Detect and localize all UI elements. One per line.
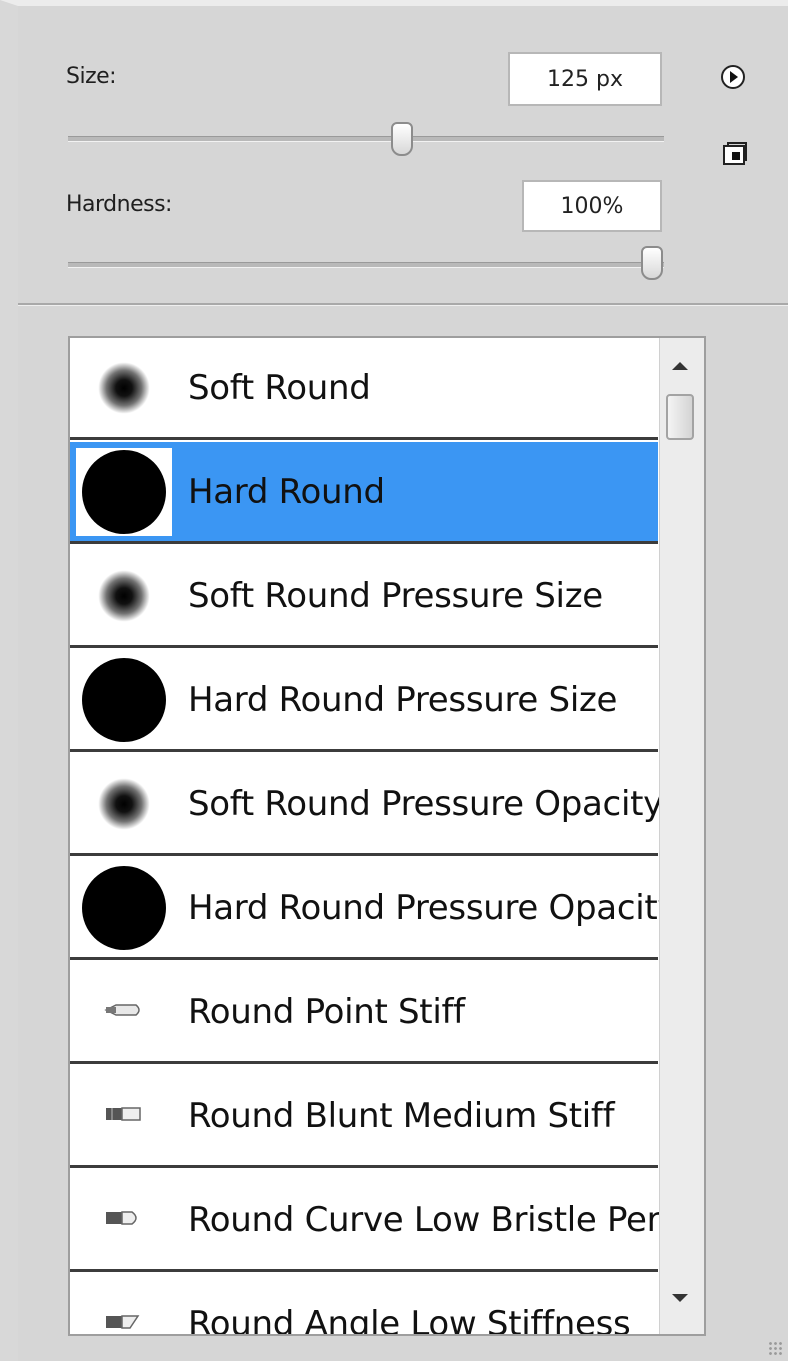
brush-tip-thumbnail bbox=[76, 760, 172, 848]
brush-preset-name: Hard Round Pressure Opacity bbox=[188, 888, 678, 928]
hardness-label: Hardness: bbox=[66, 192, 172, 217]
brush-tip-thumbnail bbox=[76, 1280, 172, 1334]
brush-tip-thumbnail bbox=[76, 1072, 172, 1160]
soft-round-brush-tip-icon bbox=[98, 570, 150, 622]
brush-tip-thumbnail bbox=[76, 448, 172, 536]
brush-tip-thumbnail bbox=[76, 864, 172, 952]
brush-preset-row[interactable]: Hard Round Pressure Size bbox=[70, 650, 658, 752]
new-preset-icon[interactable] bbox=[722, 142, 748, 166]
brush-preset-name: Soft Round Pressure Size bbox=[188, 576, 603, 616]
brush-preset-row[interactable]: Soft Round bbox=[70, 338, 658, 440]
brush-preset-row[interactable]: Round Curve Low Bristle Percent bbox=[70, 1170, 704, 1272]
bristle-angle-brush-tip-icon bbox=[102, 1311, 146, 1334]
brush-preset-name: Soft Round Pressure Opacity bbox=[188, 784, 663, 824]
brush-tip-thumbnail bbox=[76, 1176, 172, 1264]
brush-preset-name: Hard Round bbox=[188, 472, 385, 512]
brush-preset-row[interactable]: Hard Round bbox=[70, 442, 658, 544]
brush-tip-thumbnail bbox=[76, 344, 172, 432]
brush-preset-name: Round Blunt Medium Stiff bbox=[188, 1096, 615, 1136]
hard-round-brush-tip-icon bbox=[82, 450, 166, 534]
hard-round-brush-tip-icon bbox=[82, 658, 166, 742]
brush-preset-name: Round Point Stiff bbox=[188, 992, 465, 1032]
bristle-point-brush-tip-icon bbox=[102, 999, 146, 1025]
brush-preset-name: Hard Round Pressure Size bbox=[188, 680, 618, 720]
brush-preset-row[interactable]: Soft Round Pressure Opacity bbox=[70, 754, 663, 856]
soft-round-brush-tip-icon bbox=[98, 362, 150, 414]
brush-preset-picker-panel: Size: 125 px Hardness: 100% Soft Round Ha… bbox=[0, 0, 788, 1361]
brush-tip-thumbnail bbox=[76, 968, 172, 1056]
flyout-menu-icon[interactable] bbox=[720, 64, 746, 90]
scroll-up-arrow-icon[interactable] bbox=[672, 362, 688, 370]
size-label: Size: bbox=[66, 64, 117, 89]
brush-preset-name: Round Curve Low Bristle Percent bbox=[188, 1200, 706, 1240]
size-input[interactable]: 125 px bbox=[508, 52, 662, 106]
section-divider bbox=[18, 303, 788, 306]
hardness-input[interactable]: 100% bbox=[522, 180, 662, 232]
hard-round-brush-tip-icon bbox=[82, 866, 166, 950]
brush-preset-list: Soft Round Hard Round Soft Round Pressure … bbox=[68, 336, 706, 1336]
soft-round-brush-tip-icon bbox=[98, 778, 150, 830]
brush-tip-thumbnail bbox=[76, 656, 172, 744]
brush-preset-row[interactable]: Round Blunt Medium Stiff bbox=[70, 1066, 658, 1168]
brush-preset-row[interactable]: Round Angle Low Stiffness bbox=[70, 1274, 658, 1336]
resize-grip-icon[interactable] bbox=[768, 1341, 782, 1355]
scroll-down-arrow-icon[interactable] bbox=[672, 1294, 688, 1302]
bristle-curve-brush-tip-icon bbox=[102, 1207, 146, 1233]
brush-preset-name: Soft Round bbox=[188, 368, 371, 408]
brush-preset-row[interactable]: Hard Round Pressure Opacity bbox=[70, 858, 678, 960]
size-slider-track[interactable] bbox=[68, 136, 664, 142]
brush-tip-thumbnail bbox=[76, 552, 172, 640]
brush-preset-name: Round Angle Low Stiffness bbox=[188, 1304, 631, 1336]
scrollbar-thumb[interactable] bbox=[666, 394, 694, 440]
size-slider-thumb[interactable] bbox=[391, 122, 413, 156]
scrollbar[interactable] bbox=[659, 338, 704, 1334]
hardness-slider-thumb[interactable] bbox=[641, 246, 663, 280]
bristle-blunt-brush-tip-icon bbox=[102, 1103, 146, 1129]
brush-preset-row[interactable]: Soft Round Pressure Size bbox=[70, 546, 658, 648]
hardness-slider-track[interactable] bbox=[68, 262, 664, 268]
brush-preset-row[interactable]: Round Point Stiff bbox=[70, 962, 658, 1064]
